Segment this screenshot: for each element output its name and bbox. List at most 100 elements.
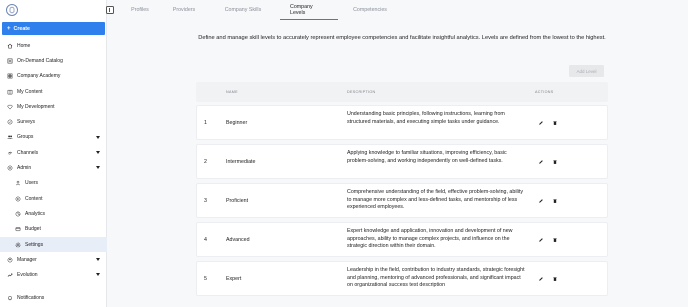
catalog-icon: [7, 58, 13, 64]
academy-icon: [7, 73, 13, 79]
sidebar-item-label: Home: [17, 42, 31, 49]
sidebar-item-on-demand-catalog[interactable]: On-Demand Catalog: [0, 53, 107, 68]
settings-icon: [15, 242, 21, 248]
chevron-down-icon[interactable]: [96, 151, 100, 155]
sidebar-item-company-academy[interactable]: Company Academy: [0, 69, 107, 84]
tab-bar: Profiles Providers Company Skills Compan…: [118, 0, 398, 20]
sidebar-item-label: Company Academy: [17, 73, 61, 80]
sidebar-item-label: Settings: [25, 241, 44, 248]
create-button[interactable]: + Create: [2, 22, 105, 35]
channels-icon: [7, 150, 13, 156]
chevron-down-icon[interactable]: [96, 166, 100, 170]
table-header: NAME DESCRIPTION ACTIONS: [196, 82, 608, 102]
sidebar-item-content[interactable]: Content: [0, 191, 107, 206]
table-row: 3 Proficient Comprehensive understanding…: [196, 183, 608, 218]
level-name: Proficient: [226, 198, 249, 204]
table-row: 2 Intermediate Applying knowledge to fam…: [196, 144, 608, 179]
plus-icon: +: [7, 25, 11, 32]
tab-competencies[interactable]: Competencies: [342, 0, 398, 20]
level-description: Leadership in the field, contribution to…: [347, 267, 525, 289]
level-name: Beginner: [226, 120, 248, 126]
level-number: 5: [204, 276, 207, 282]
tab-company-levels[interactable]: Company Levels: [280, 0, 338, 20]
notifications-label: Notifications: [17, 295, 45, 301]
manager-icon: [7, 257, 13, 263]
sidebar-item-manager[interactable]: Manager: [0, 252, 107, 267]
app-root: + Create Home On-Demand Catalog Company …: [0, 0, 688, 307]
add-level-button[interactable]: Add Level: [569, 65, 604, 77]
heart-icon: [7, 104, 13, 110]
level-name: Advanced: [226, 237, 250, 243]
sidebar-item-my-development[interactable]: My Development: [0, 99, 107, 114]
level-number: 1: [204, 120, 207, 126]
sidebar-item-label: My Development: [17, 103, 55, 110]
column-header-description: DESCRIPTION: [347, 90, 376, 94]
content-icon: [15, 196, 21, 202]
edit-icon[interactable]: [538, 198, 544, 204]
sidebar-item-label: My Content: [17, 88, 43, 95]
edit-icon[interactable]: [538, 276, 544, 282]
edit-icon[interactable]: [538, 120, 544, 126]
home-icon: [7, 43, 13, 49]
table-row: 1 Beginner Understanding basic principle…: [196, 105, 608, 140]
level-name: Expert: [226, 276, 242, 282]
sidebar-item-admin[interactable]: Admin: [0, 160, 107, 175]
page-description: Define and manage skill levels to accura…: [198, 35, 606, 41]
tab-company-skills[interactable]: Company Skills: [212, 0, 274, 20]
trash-icon[interactable]: [552, 276, 558, 282]
level-name: Intermediate: [226, 159, 256, 165]
sidebar-item-users[interactable]: Users: [0, 176, 107, 191]
analytics-icon: [15, 211, 21, 217]
trash-icon[interactable]: [552, 159, 558, 165]
edit-icon[interactable]: [538, 159, 544, 165]
sidebar-item-home[interactable]: Home: [0, 38, 107, 53]
sidebar-item-surveys[interactable]: Surveys: [0, 114, 107, 129]
sidebar-item-label: Surveys: [17, 119, 36, 126]
table-row: 4 Advanced Expert knowledge and applicat…: [196, 222, 608, 257]
sidebar-item-settings[interactable]: Settings: [0, 236, 107, 253]
level-description: Understanding basic principles, followin…: [347, 111, 505, 125]
sidebar-item-label: Admin: [17, 165, 32, 172]
chevron-down-icon[interactable]: [96, 135, 100, 139]
sidebar-item-my-content[interactable]: My Content: [0, 84, 107, 99]
level-number: 2: [204, 159, 207, 165]
sidebar-item-channels[interactable]: Channels: [0, 145, 107, 160]
sidebar-item-label: Analytics: [25, 210, 46, 217]
level-number: 4: [204, 237, 207, 243]
sidebar-item-label: Evolution: [17, 272, 38, 279]
tab-providers[interactable]: Providers: [162, 0, 206, 20]
sidebar-item-label: Channels: [17, 149, 39, 156]
sidebar-item-label: Users: [25, 180, 39, 187]
edit-icon[interactable]: [538, 237, 544, 243]
logo-icon[interactable]: [6, 4, 18, 16]
create-label: Create: [13, 25, 31, 32]
sidebar-item-analytics[interactable]: Analytics: [0, 206, 107, 221]
chevron-down-icon[interactable]: [96, 258, 100, 262]
content-icon: [7, 89, 13, 95]
column-header-name: NAME: [226, 90, 238, 94]
sidebar-item-notifications[interactable]: Notifications: [7, 295, 44, 301]
groups-icon: [7, 134, 13, 140]
tab-profiles[interactable]: Profiles: [118, 0, 162, 20]
sidebar-item-label: On-Demand Catalog: [17, 57, 63, 64]
level-number: 3: [204, 198, 207, 204]
collapse-sidebar-icon[interactable]: [106, 6, 114, 14]
sidebar-item-groups[interactable]: Groups: [0, 130, 107, 145]
sidebar-item-label: Content: [25, 195, 43, 202]
trash-icon[interactable]: [552, 237, 558, 243]
users-icon: [15, 180, 21, 186]
sidebar-item-budget[interactable]: Budget: [0, 222, 107, 237]
trash-icon[interactable]: [552, 120, 558, 126]
sidebar-item-evolution[interactable]: Evolution: [0, 267, 107, 282]
level-description: Applying knowledge to familiar situation…: [347, 150, 507, 164]
sidebar-item-label: Groups: [17, 134, 34, 141]
level-description: Comprehensive understanding of the field…: [347, 189, 523, 211]
column-header-actions: ACTIONS: [535, 90, 554, 94]
bell-icon: [7, 295, 13, 301]
level-description: Expert knowledge and application, innova…: [347, 228, 513, 250]
budget-icon: [15, 226, 21, 232]
chevron-down-icon[interactable]: [96, 273, 100, 277]
sidebar: + Create Home On-Demand Catalog Company …: [0, 0, 107, 307]
sidebar-item-label: Manager: [17, 256, 37, 263]
trash-icon[interactable]: [552, 198, 558, 204]
